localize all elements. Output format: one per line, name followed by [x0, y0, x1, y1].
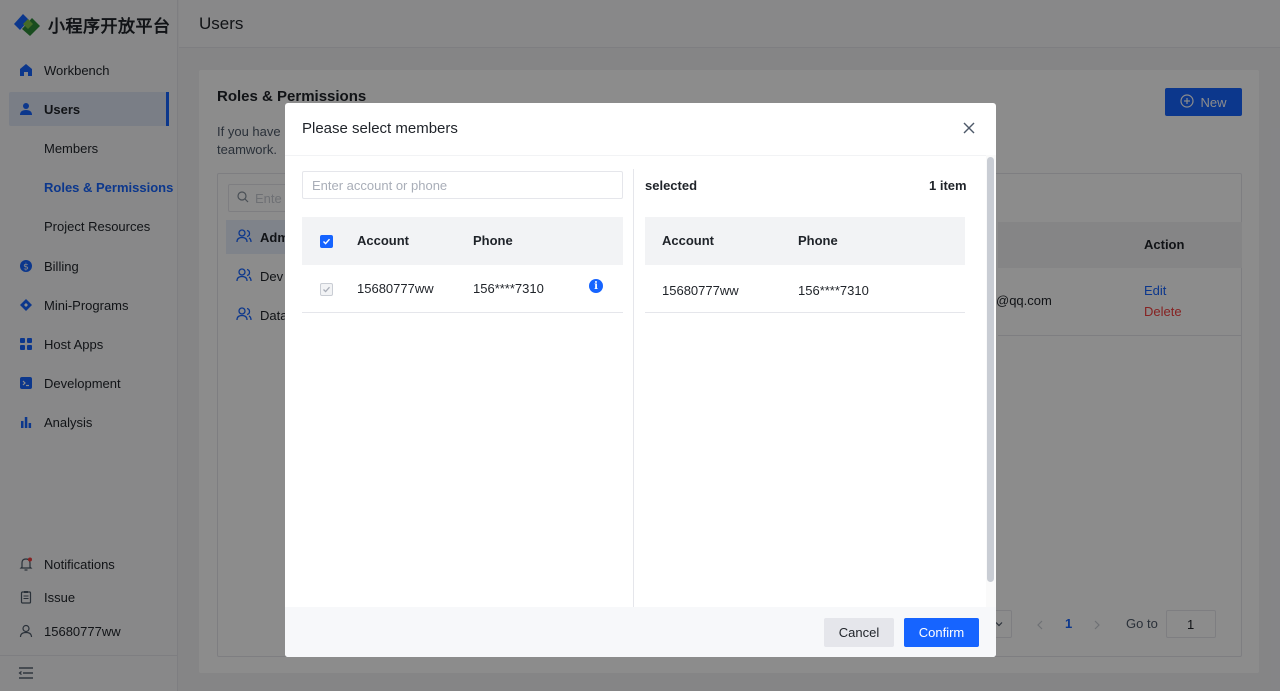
- close-icon[interactable]: [960, 119, 978, 137]
- selected-label: selected: [645, 178, 698, 193]
- phone-column-header: Phone: [798, 233, 838, 248]
- modal-footer: Cancel Confirm: [285, 607, 996, 657]
- phone-cell: 156****7310: [798, 283, 869, 298]
- row-checkbox: [320, 283, 333, 296]
- select-all-checkbox[interactable]: [320, 235, 333, 248]
- table-row[interactable]: 15680777ww 156****7310: [645, 265, 965, 313]
- account-column-header: Account: [662, 233, 714, 248]
- cancel-button[interactable]: Cancel: [824, 618, 894, 647]
- table-row[interactable]: 15680777ww 156****7310 i: [302, 265, 623, 313]
- phone-column-header: Phone: [473, 233, 513, 248]
- candidates-table-header: Account Phone: [302, 217, 623, 265]
- selected-count: 1 item: [929, 178, 967, 193]
- select-members-modal: Please select members Account Phone 1568…: [285, 103, 996, 657]
- modal-scrollbar[interactable]: [986, 155, 996, 607]
- account-cell: 15680777ww: [662, 283, 739, 298]
- scrollbar-thumb[interactable]: [987, 157, 994, 582]
- account-cell: 15680777ww: [357, 281, 434, 296]
- selected-table-header: Account Phone: [645, 217, 965, 265]
- phone-cell: 156****7310: [473, 281, 544, 296]
- confirm-button[interactable]: Confirm: [904, 618, 979, 647]
- info-icon[interactable]: i: [589, 279, 603, 293]
- divider: [633, 169, 634, 609]
- member-search-input[interactable]: [302, 171, 623, 199]
- account-column-header: Account: [357, 233, 409, 248]
- modal-title: Please select members: [302, 120, 458, 137]
- modal-header: Please select members: [285, 103, 996, 155]
